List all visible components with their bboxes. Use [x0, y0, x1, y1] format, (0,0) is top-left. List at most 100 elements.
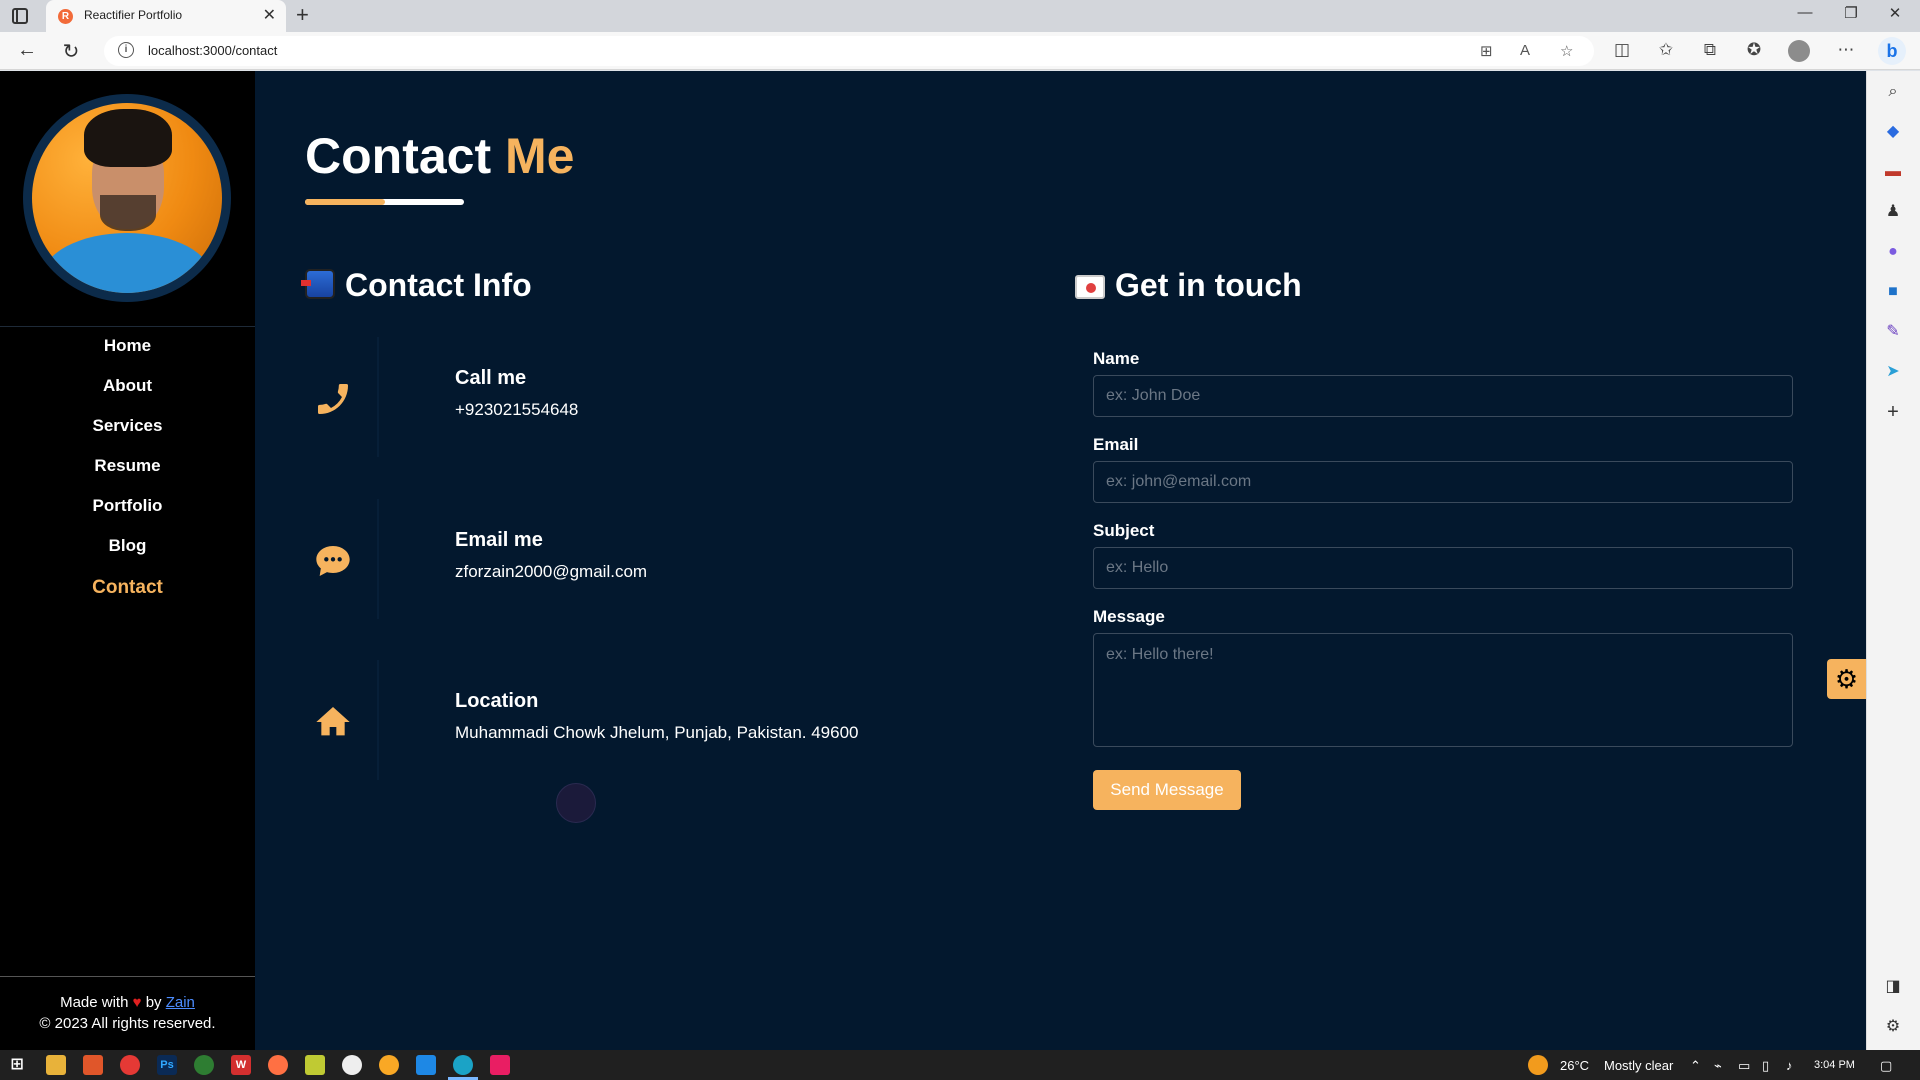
battery-icon[interactable]: ▯	[1762, 1058, 1769, 1074]
app-icon[interactable]	[379, 1055, 399, 1075]
collections-icon[interactable]: ⧉	[1698, 40, 1722, 60]
sidebar-item-about[interactable]: About	[0, 376, 255, 396]
app-icon[interactable]	[490, 1055, 510, 1075]
clock-time[interactable]: 3:04 PM	[1814, 1059, 1855, 1071]
designer-icon[interactable]: ✎	[1880, 319, 1906, 345]
notes-icon[interactable]	[305, 1055, 325, 1075]
contact-info-heading: Contact Info	[301, 267, 532, 304]
wps-icon[interactable]: W	[231, 1055, 251, 1075]
subject-label: Subject	[1093, 521, 1155, 540]
restore-icon[interactable]: ❐	[1836, 4, 1866, 22]
sidebar-item-portfolio[interactable]: Portfolio	[0, 496, 255, 516]
site-info-icon[interactable]: i	[118, 42, 134, 58]
contact-info-title: Contact Info	[345, 267, 532, 303]
get-in-touch-title: Get in touch	[1115, 267, 1302, 303]
tab-favicon-icon: R	[58, 9, 73, 24]
app-icon[interactable]	[342, 1055, 362, 1075]
outlook-icon[interactable]: ■	[1880, 279, 1906, 305]
vscode-icon[interactable]	[416, 1055, 436, 1075]
mobile-phone-icon	[301, 269, 335, 299]
subject-input[interactable]	[1093, 547, 1793, 589]
email-input[interactable]	[1093, 461, 1793, 503]
contact-item-heading: Email me	[455, 529, 543, 551]
contact-item-call: Call me +923021554648	[305, 337, 1025, 457]
avatar	[32, 103, 222, 293]
sidebar-item-resume[interactable]: Resume	[0, 456, 255, 476]
read-aloud-icon[interactable]: A	[1520, 42, 1530, 59]
network-icon[interactable]: ⌁	[1714, 1058, 1722, 1074]
send-icon[interactable]: ➤	[1880, 359, 1906, 385]
back-icon[interactable]: ←	[14, 39, 40, 62]
tray-chevron-icon[interactable]: ⌃	[1690, 1058, 1701, 1074]
contact-item-divider	[377, 660, 379, 780]
chat-icon	[305, 533, 361, 589]
sidebar-toggle-icon[interactable]: ◨	[1880, 974, 1906, 1000]
refresh-icon[interactable]: ↻	[58, 39, 84, 64]
extensions-icon[interactable]: ✪	[1742, 40, 1766, 60]
split-screen-icon[interactable]: ◫	[1610, 40, 1634, 60]
windows-start-icon[interactable]: ⊞	[7, 1055, 27, 1075]
browser-tab[interactable]: R Reactifier Portfolio ✕	[46, 0, 286, 32]
footer-copyright: © 2023 All rights reserved.	[39, 1015, 216, 1032]
taskbar: ⊞ Ps W 26°C Mostly clear ⌃ ⌁ ▭ ▯ ♪ 3:04 …	[0, 1050, 1920, 1080]
app-icon[interactable]	[268, 1055, 288, 1075]
avatar-ring	[23, 94, 231, 302]
app-available-icon[interactable]: ⊞	[1480, 42, 1493, 60]
app-icon[interactable]	[83, 1055, 103, 1075]
bing-copilot-icon[interactable]: b	[1878, 37, 1906, 65]
sidebar-divider	[0, 326, 255, 327]
sidebar: Home About Services Resume Portfolio Blo…	[0, 71, 255, 1050]
footer-author-link[interactable]: Zain	[166, 994, 195, 1011]
tab-close-icon[interactable]: ✕	[263, 5, 276, 25]
phone-icon	[305, 371, 361, 427]
weather-moon-icon[interactable]	[1528, 1055, 1548, 1075]
sidebar-item-contact[interactable]: Contact	[0, 577, 255, 599]
url-text[interactable]: localhost:3000/contact	[148, 43, 277, 58]
new-tab-icon[interactable]: +	[296, 2, 309, 28]
weather-condition[interactable]: Mostly clear	[1604, 1058, 1673, 1073]
edge-sidebar: ⌕ ◆ ▬ ♟ ● ■ ✎ ➤ + ◨ ⚙	[1866, 71, 1920, 1050]
profile-avatar[interactable]	[1788, 40, 1810, 62]
email-label: Email	[1093, 435, 1139, 454]
main-content: Contact Me Contact Info Call me +9230215…	[255, 71, 1866, 1050]
window-close-icon[interactable]: ✕	[1880, 4, 1910, 22]
footer-divider	[0, 976, 255, 977]
photoshop-icon[interactable]: Ps	[157, 1055, 177, 1075]
name-input[interactable]	[1093, 375, 1793, 417]
notifications-icon[interactable]: ▢	[1880, 1058, 1892, 1074]
address-bar[interactable]: i localhost:3000/contact ⊞ A ☆	[104, 36, 1594, 66]
footer-credit: Made with ♥ by Zain	[0, 994, 255, 1011]
settings-gear-icon[interactable]: ⚙	[1827, 659, 1866, 699]
microsoft-365-icon[interactable]: ●	[1880, 239, 1906, 265]
favorite-star-icon[interactable]: ☆	[1560, 42, 1573, 60]
get-in-touch-heading: Get in touch	[1075, 267, 1302, 304]
display-icon[interactable]: ▭	[1738, 1058, 1750, 1074]
edge-icon[interactable]	[453, 1055, 473, 1075]
more-menu-icon[interactable]: ⋯	[1834, 40, 1858, 60]
add-icon[interactable]: +	[1880, 399, 1906, 425]
address-toolbar: ← ↻ i localhost:3000/contact ⊞ A ☆ ◫ ✩ ⧉…	[0, 32, 1920, 70]
home-icon	[305, 694, 361, 750]
contact-item-value: zforzain2000@gmail.com	[455, 562, 648, 581]
file-explorer-icon[interactable]	[46, 1055, 66, 1075]
sidebar-item-home[interactable]: Home	[0, 336, 255, 356]
sidebar-item-blog[interactable]: Blog	[0, 536, 255, 556]
favorites-icon[interactable]: ✩	[1654, 40, 1678, 60]
tab-actions-icon[interactable]	[12, 8, 28, 24]
page-title-accent: Me	[505, 128, 575, 184]
volume-icon[interactable]: ♪	[1786, 1058, 1793, 1073]
tools-icon[interactable]: ▬	[1880, 159, 1906, 185]
chrome-icon[interactable]	[120, 1055, 140, 1075]
search-icon[interactable]: ⌕	[1880, 79, 1906, 105]
app-icon[interactable]	[194, 1055, 214, 1075]
message-textarea[interactable]	[1093, 633, 1793, 747]
minimize-icon[interactable]: —	[1790, 4, 1820, 21]
send-message-button[interactable]: Send Message	[1093, 770, 1241, 810]
settings-icon[interactable]: ⚙	[1880, 1014, 1906, 1040]
sidebar-item-services[interactable]: Services	[0, 416, 255, 436]
games-icon[interactable]: ♟	[1880, 199, 1906, 225]
shopping-tag-icon[interactable]: ◆	[1880, 119, 1906, 145]
cursor-follower	[556, 783, 596, 823]
heart-icon: ♥	[132, 994, 142, 1011]
weather-temperature[interactable]: 26°C	[1560, 1058, 1589, 1073]
